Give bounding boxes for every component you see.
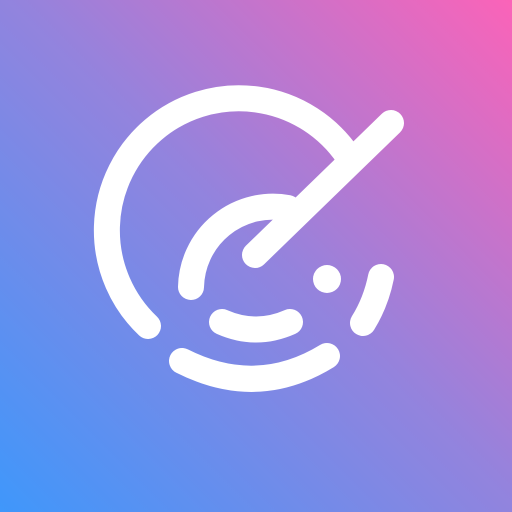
radar-sweep-icon [0, 0, 512, 512]
radar-inner-bottom-arc [209, 309, 303, 343]
app-icon [0, 0, 512, 512]
radar-target-dot [313, 265, 341, 293]
